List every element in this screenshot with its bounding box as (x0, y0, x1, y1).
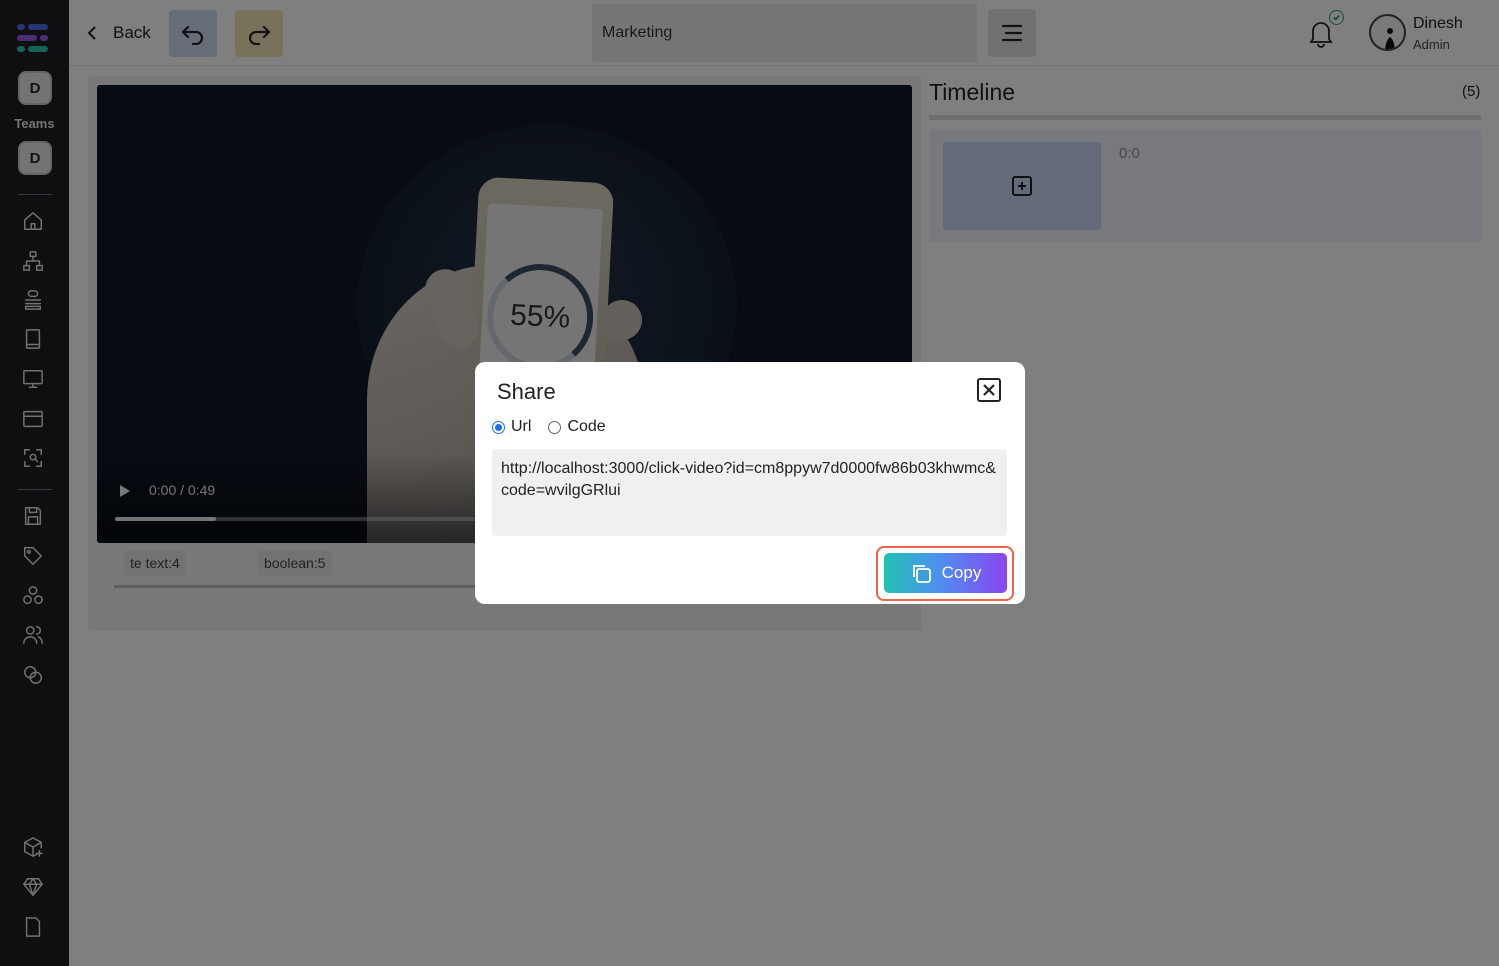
code-radio-label[interactable]: Code (567, 418, 605, 436)
close-button[interactable] (977, 378, 1001, 402)
share-modal: Share Url Code http://localhost:3000/cli… (475, 362, 1025, 604)
close-icon (983, 384, 995, 396)
copy-icon (912, 565, 931, 583)
url-radio-label[interactable]: Url (511, 418, 531, 436)
code-radio[interactable] (548, 420, 562, 434)
modal-title: Share (497, 379, 556, 404)
copy-label: Copy (941, 563, 982, 582)
url-radio[interactable] (492, 420, 505, 434)
share-type-options: Url Code (492, 418, 606, 436)
copy-button[interactable]: Copy (884, 553, 1007, 593)
share-url-field[interactable]: http://localhost:3000/click-video?id=cm8… (492, 449, 1007, 536)
